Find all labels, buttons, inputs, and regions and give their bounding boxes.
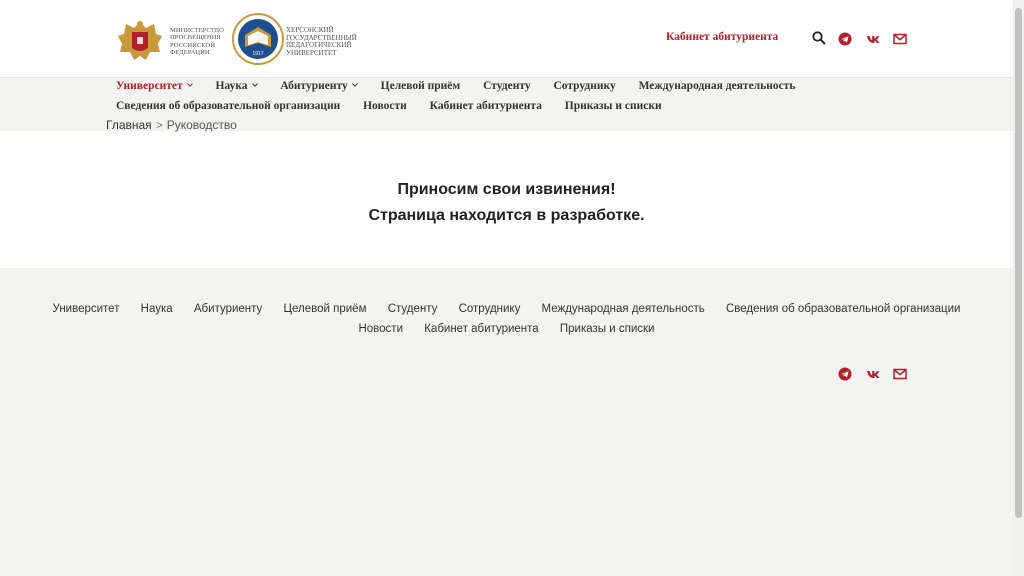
nav-item-label: Университет (116, 80, 183, 92)
university-year: 1917 (252, 51, 263, 57)
ministry-name: МИНИСТЕРСТВО ПРОСВЕЩЕНИЯ РОССИЙСКОЙ ФЕДЕ… (170, 27, 224, 57)
nav-item-cabinet[interactable]: Кабинет абитуриента (430, 100, 542, 112)
university-name: ХЕРСОНСКИЙ ГОСУДАРСТВЕННЫЙ ПЕДАГОГИЧЕСКИ… (286, 26, 357, 57)
breadcrumb-home[interactable]: Главная (106, 118, 152, 132)
apology-message: Приносим свои извинения! (397, 181, 616, 198)
scrollbar-thumb[interactable] (1015, 8, 1022, 518)
footer-link-target-admission[interactable]: Целевой приём (284, 303, 367, 315)
footer-link-university[interactable]: Университет (53, 303, 120, 315)
search-icon[interactable] (812, 31, 826, 45)
footer-link-employee[interactable]: Сотруднику (459, 303, 521, 315)
ministry-line: МИНИСТЕРСТВО (170, 27, 224, 34)
vk-icon[interactable] (866, 32, 880, 46)
footer-link-international[interactable]: Международная деятельность (542, 303, 705, 315)
site-header: МИНИСТЕРСТВО ПРОСВЕЩЕНИЯ РОССИЙСКОЙ ФЕДЕ… (0, 0, 1013, 78)
university-line: УНИВЕРСИТЕТ (286, 48, 337, 57)
ministry-line: ПРОСВЕЩЕНИЯ (170, 34, 221, 42)
nav-item-student[interactable]: Студенту (483, 80, 530, 92)
footer-link-orders[interactable]: Приказы и списки (560, 323, 655, 335)
nav-item-news[interactable]: Новости (363, 100, 407, 112)
under-construction-message: Страница находится в разработке. (368, 207, 645, 224)
mail-icon[interactable] (893, 32, 907, 46)
scrollbar[interactable] (1013, 0, 1024, 576)
footer-nav-row-1: Университет Наука Абитуриенту Целевой пр… (0, 303, 1013, 315)
chevron-down-icon (351, 83, 358, 87)
footer-link-science[interactable]: Наука (141, 303, 173, 315)
nav-item-label: Абитуриенту (280, 80, 348, 92)
nav-item-org-info[interactable]: Сведения об образовательной организации (116, 100, 340, 112)
footer-link-org-info[interactable]: Сведения об образовательной организации (726, 303, 960, 315)
breadcrumb-current: Руководство (166, 118, 237, 132)
main-content: Приносим свои извинения! Страница находи… (0, 131, 1013, 268)
footer-link-cabinet[interactable]: Кабинет абитуриента (424, 323, 538, 335)
nav-item-applicant[interactable]: Абитуриенту (280, 80, 358, 92)
coat-of-arms-icon (118, 21, 162, 60)
university-emblem-icon: 1917 (232, 13, 284, 65)
telegram-icon[interactable] (838, 32, 852, 46)
nav-item-label: Наука (215, 80, 248, 92)
footer-nav-row-2: Новости Кабинет абитуриента Приказы и сп… (0, 323, 1013, 335)
nav-item-orders[interactable]: Приказы и списки (565, 100, 662, 112)
footer-link-student[interactable]: Студенту (388, 303, 438, 315)
nav-item-science[interactable]: Наука (215, 80, 258, 92)
nav-item-target-admission[interactable]: Целевой приём (381, 80, 461, 92)
ministry-line: ФЕДЕРАЦИИ (170, 49, 210, 57)
cabinet-link[interactable]: Кабинет абитуриента (666, 31, 778, 43)
mail-icon[interactable] (893, 367, 907, 381)
nav-item-employee[interactable]: Сотруднику (553, 80, 615, 92)
breadcrumb: Главная > Руководство (106, 118, 237, 132)
nav-item-international[interactable]: Международная деятельность (639, 80, 796, 92)
footer-link-news[interactable]: Новости (358, 323, 403, 335)
university-logo[interactable]: 1917 ХЕРСОНСКИЙ ГОСУДАРСТВЕННЫЙ ПЕДАГОГИ… (232, 13, 362, 65)
chevron-down-icon (251, 83, 258, 87)
nav-item-university[interactable]: Университет (116, 80, 193, 92)
main-nav-row-2: Сведения об образовательной организации … (116, 100, 682, 112)
footer-link-applicant[interactable]: Абитуриенту (194, 303, 262, 315)
vk-icon[interactable] (866, 367, 880, 381)
breadcrumb-separator: > (155, 118, 163, 132)
telegram-icon[interactable] (838, 367, 852, 381)
ministry-line: РОССИЙСКОЙ (170, 41, 216, 49)
main-nav-row-1: Университет Наука Абитуриенту Целевой пр… (116, 80, 815, 92)
ministry-logo[interactable]: МИНИСТЕРСТВО ПРОСВЕЩЕНИЯ РОССИЙСКОЙ ФЕДЕ… (116, 18, 231, 64)
chevron-down-icon (186, 83, 193, 87)
